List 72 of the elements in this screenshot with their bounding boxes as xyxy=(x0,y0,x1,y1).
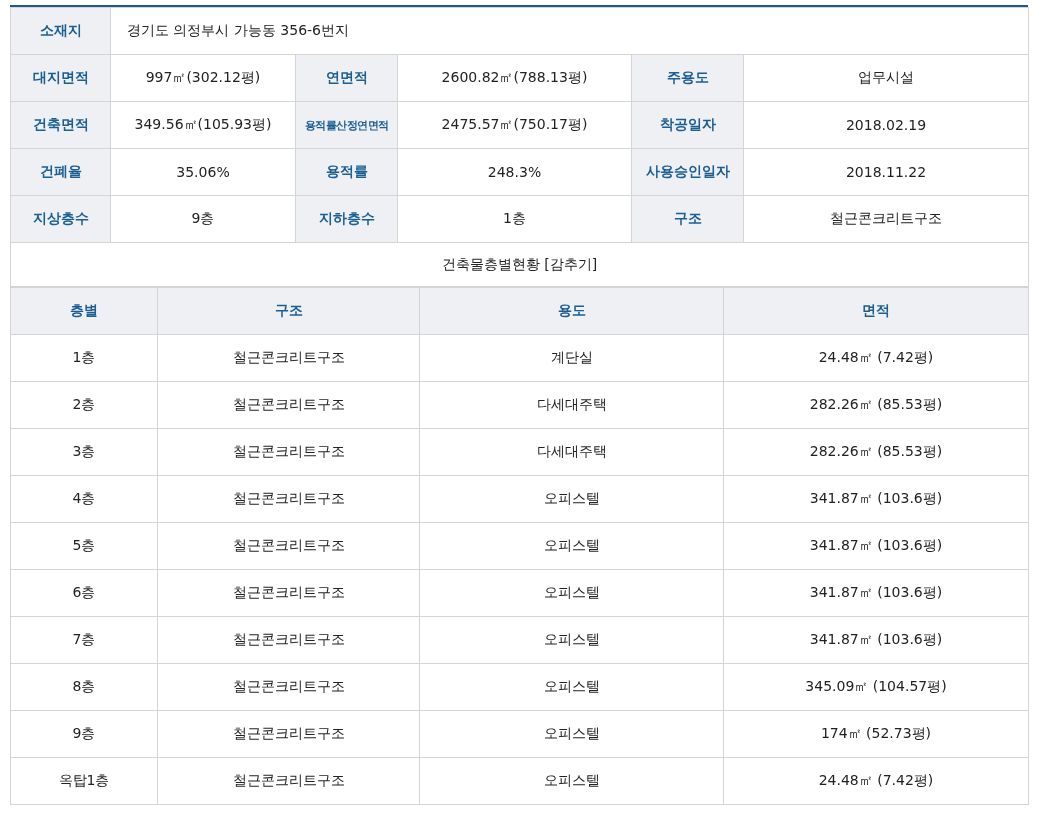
table-cell: 다세대주택 xyxy=(419,428,724,476)
hide-toggle-link[interactable]: [감추기] xyxy=(544,255,598,272)
table-cell: 282.26㎡ (85.53평) xyxy=(723,381,1029,429)
table-cell: 철근콘크리트구조 xyxy=(157,616,420,664)
table-cell: 철근콘크리트구조 xyxy=(157,569,420,617)
table-cell: 35.06% xyxy=(110,148,296,196)
table-cell: 349.56㎡(105.93평) xyxy=(110,101,296,149)
table-cell: 오피스텔 xyxy=(419,710,724,758)
header-cell: 사용승인일자 xyxy=(631,148,744,196)
table-cell: 철근콘크리트구조 xyxy=(157,757,420,805)
table-cell: 오피스텔 xyxy=(419,663,724,711)
table-cell: 계단실 xyxy=(419,334,724,382)
table-cell: 철근콘크리트구조 xyxy=(157,381,420,429)
table-cell: 345.09㎡ (104.57평) xyxy=(723,663,1029,711)
table-cell: 옥탑1층 xyxy=(10,757,158,805)
table-cell: 오피스텔 xyxy=(419,757,724,805)
table-cell: 9층 xyxy=(10,710,158,758)
table-cell: 341.87㎡ (103.6평) xyxy=(723,616,1029,664)
table-cell: 3층 xyxy=(10,428,158,476)
table-cell: 오피스텔 xyxy=(419,475,724,523)
column-header: 층별 xyxy=(10,287,158,335)
header-cell: 소재지 xyxy=(10,7,111,55)
table-cell: 철근콘크리트구조 xyxy=(157,710,420,758)
table-cell: 오피스텔 xyxy=(419,616,724,664)
table-cell: 5층 xyxy=(10,522,158,570)
header-cell: 지상층수 xyxy=(10,195,111,243)
table-cell: 4층 xyxy=(10,475,158,523)
header-cell: 구조 xyxy=(631,195,744,243)
table-cell: 24.48㎡ (7.42평) xyxy=(723,757,1029,805)
table-cell: 248.3% xyxy=(397,148,632,196)
table-cell: 철근콘크리트구조 xyxy=(157,475,420,523)
table-cell: 2018.02.19 xyxy=(743,101,1029,149)
column-header: 용도 xyxy=(419,287,724,335)
table-cell: 2475.57㎡(750.17평) xyxy=(397,101,632,149)
table-cell: 174㎡ (52.73평) xyxy=(723,710,1029,758)
header-cell: 건폐율 xyxy=(10,148,111,196)
table-cell: 철근콘크리트구조 xyxy=(157,428,420,476)
column-header: 구조 xyxy=(157,287,420,335)
table-cell: 8층 xyxy=(10,663,158,711)
table-cell: 철근콘크리트구조 xyxy=(157,334,420,382)
table-cell: 341.87㎡ (103.6평) xyxy=(723,522,1029,570)
table-cell: 다세대주택 xyxy=(419,381,724,429)
section-title: 건축물층별현황 xyxy=(441,255,540,272)
header-cell: 용적률산정연면적 xyxy=(295,101,398,149)
table-cell: 341.87㎡ (103.6평) xyxy=(723,569,1029,617)
table-cell: 오피스텔 xyxy=(419,522,724,570)
header-cell: 건축면적 xyxy=(10,101,111,149)
table-cell: 6층 xyxy=(10,569,158,617)
table-cell: 282.26㎡ (85.53평) xyxy=(723,428,1029,476)
table-cell: 철근콘크리트구조 xyxy=(157,522,420,570)
table-cell: 경기도 의정부시 가능동 356-6번지 xyxy=(110,7,1029,55)
table-cell: 2층 xyxy=(10,381,158,429)
table-cell: 341.87㎡ (103.6평) xyxy=(723,475,1029,523)
table-cell: 24.48㎡ (7.42평) xyxy=(723,334,1029,382)
header-cell: 연면적 xyxy=(295,54,398,102)
table-cell: 1층 xyxy=(397,195,632,243)
table-cell: 철근콘크리트구조 xyxy=(157,663,420,711)
table-cell: 2018.11.22 xyxy=(743,148,1029,196)
table-cell: 오피스텔 xyxy=(419,569,724,617)
header-cell: 착공일자 xyxy=(631,101,744,149)
table-cell: 7층 xyxy=(10,616,158,664)
table-cell: 2600.82㎡(788.13평) xyxy=(397,54,632,102)
table-cell: 업무시설 xyxy=(743,54,1029,102)
header-cell: 지하층수 xyxy=(295,195,398,243)
table-cell: 9층 xyxy=(110,195,296,243)
header-cell: 대지면적 xyxy=(10,54,111,102)
header-cell: 주용도 xyxy=(631,54,744,102)
header-cell: 용적률 xyxy=(295,148,398,196)
column-header: 면적 xyxy=(723,287,1029,335)
table-cell: 1층 xyxy=(10,334,158,382)
table-cell: 철근콘크리트구조 xyxy=(743,195,1029,243)
table-cell: 997㎡(302.12평) xyxy=(110,54,296,102)
